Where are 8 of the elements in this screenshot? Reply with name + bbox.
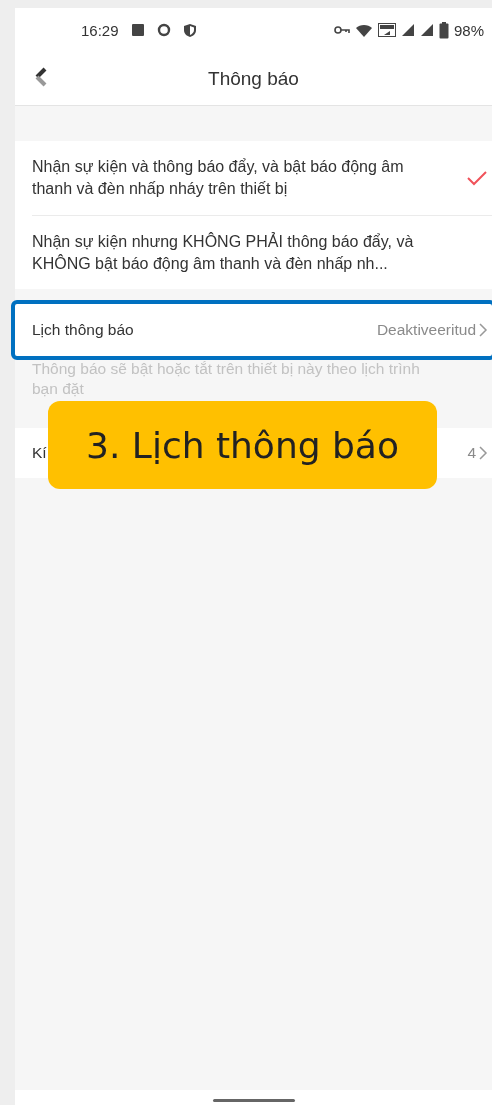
- status-time: 16:29: [81, 21, 119, 39]
- screen-title: Thông báo: [208, 67, 299, 90]
- setting-label: Kí: [32, 444, 47, 462]
- setting-value: Deaktiveeritud: [376, 321, 476, 339]
- setting-label: Lịch thông báo: [32, 321, 134, 339]
- callout-tooltip: 3. Lịch thông báo: [48, 401, 437, 489]
- battery-percent: 98%: [453, 21, 484, 39]
- setting-value: 4: [467, 444, 476, 462]
